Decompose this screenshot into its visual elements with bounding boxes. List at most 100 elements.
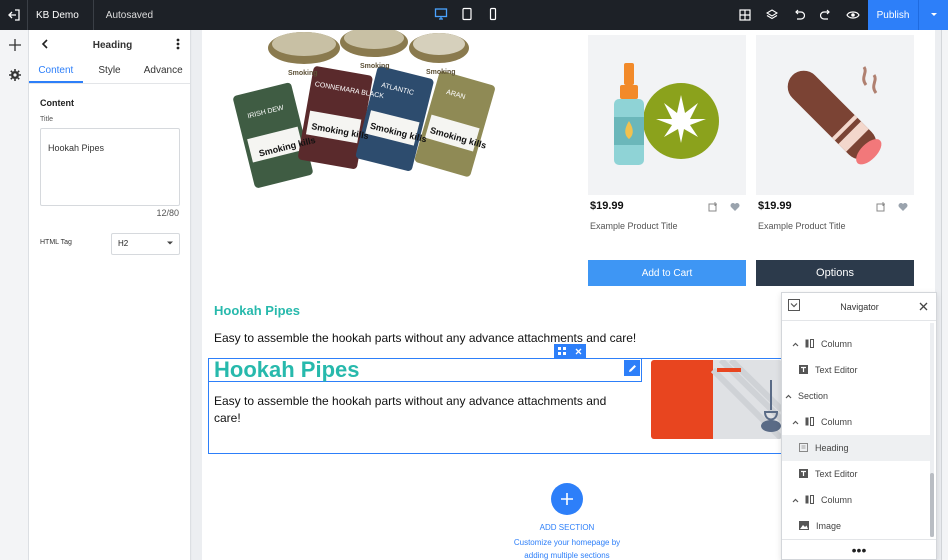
navigator-more-button[interactable]: ••• (782, 539, 936, 559)
tablet-icon[interactable] (460, 7, 474, 24)
publish-options-chevron-down-icon[interactable] (918, 0, 948, 30)
section-heading-small[interactable]: Hookah Pipes (214, 303, 300, 318)
redo-icon[interactable] (812, 0, 839, 30)
add-section-subtext-line-2: adding multiple sections (524, 551, 610, 560)
tobacco-tins-image: Smoking Smoking Smoking Smoking kills Sm… (233, 30, 495, 188)
navigator-item-label: Column (821, 339, 853, 349)
publish-button[interactable]: Publish (868, 0, 918, 30)
section-label: Content (40, 98, 74, 108)
char-counter: 12/80 (156, 208, 179, 218)
top-bar: KB Demo Autosaved Publish (0, 0, 948, 30)
selected-heading[interactable]: Hookah Pipes (214, 357, 359, 383)
tin-label-3: Smoking (426, 69, 456, 76)
tab-advance[interactable]: Advance (136, 60, 190, 83)
left-rail (0, 30, 29, 560)
image-icon (799, 520, 809, 532)
product-price-2: $19.99 (758, 200, 792, 212)
back-chevron-left-icon[interactable] (41, 38, 49, 52)
paragraph-2[interactable]: Easy to assemble the hookah parts withou… (214, 393, 606, 427)
more-options-icon[interactable] (176, 38, 180, 53)
navigator-title: Navigator (840, 301, 879, 312)
settings-panel: Heading Content Style Advance Content Ti… (29, 30, 191, 560)
navigator-item-text-editor[interactable]: Text Editor (782, 357, 932, 383)
wishlist-heart-icon[interactable] (898, 202, 908, 212)
chevron-up-icon[interactable] (792, 339, 799, 349)
navigator-item-text-editor[interactable]: Text Editor (782, 461, 932, 487)
preview-eye-icon[interactable] (839, 0, 866, 30)
column-icon (805, 338, 814, 350)
add-section-plus-icon[interactable] (551, 483, 583, 515)
paragraph-2-line-2: care! (214, 411, 241, 425)
column-icon (805, 494, 814, 506)
text-editor-icon (799, 468, 808, 480)
title-textarea[interactable]: Hookah Pipes (40, 128, 180, 206)
html-tag-value: H2 (118, 239, 129, 248)
heading-icon (799, 442, 808, 454)
product-title-2[interactable]: Example Product Title (758, 221, 846, 231)
cbd-oil-icon (614, 63, 719, 165)
html-tag-select[interactable]: H2 (111, 233, 180, 255)
add-to-cart-button[interactable]: Add to Cart (588, 260, 746, 286)
navigator-item-column[interactable]: Column (782, 487, 932, 513)
undo-icon[interactable] (785, 0, 812, 30)
mobile-icon[interactable] (486, 7, 500, 24)
navigator-item-label: Text Editor (815, 469, 858, 479)
product-image-cigar[interactable] (756, 35, 914, 195)
edit-pencil-icon[interactable] (624, 360, 640, 376)
add-section-subtext-line-1: Customize your homepage by (513, 538, 621, 547)
navigator-item-heading[interactable]: Heading (782, 435, 932, 461)
navigator-scrollbar[interactable] (930, 323, 934, 537)
panel-tabs: Content Style Advance (29, 60, 190, 84)
drag-grid-icon[interactable] (558, 344, 567, 358)
chevron-down-icon (167, 239, 173, 249)
save-status: Autosaved (105, 9, 154, 21)
navigator-item-column[interactable]: Column (782, 409, 932, 435)
title-field-label: Title (40, 116, 53, 123)
settings-gear-icon[interactable] (0, 60, 29, 90)
text-editor-icon (799, 364, 808, 376)
add-to-compare-icon[interactable] (876, 202, 886, 212)
project-name: KB Demo (28, 0, 94, 30)
close-icon[interactable] (919, 300, 928, 314)
navigator-item-label: Column (821, 495, 853, 505)
remove-close-icon[interactable] (575, 344, 582, 358)
section-handle[interactable] (554, 344, 586, 358)
paragraph-2-line-1: Easy to assemble the hookah parts withou… (214, 394, 607, 408)
product-image-cbd[interactable] (588, 35, 746, 195)
wishlist-heart-icon[interactable] (730, 202, 740, 212)
product-title-1[interactable]: Example Product Title (590, 221, 678, 231)
navigator-item-label: Heading (815, 443, 849, 453)
add-section-label[interactable]: ADD SECTION (502, 523, 632, 532)
navigator-item-label: Text Editor (815, 365, 858, 375)
panel-title: Heading (92, 39, 133, 51)
exit-icon[interactable] (0, 0, 28, 30)
cigar-icon (787, 66, 882, 165)
tin-label-1: Smoking (288, 70, 318, 77)
html-tag-label: HTML Tag (40, 239, 72, 246)
layers-icon[interactable] (758, 0, 785, 30)
structure-icon[interactable] (731, 0, 758, 30)
collapse-chevron-down-icon[interactable] (788, 299, 800, 314)
hookah-banner-image[interactable] (651, 360, 782, 439)
paragraph-1[interactable]: Easy to assemble the hookah parts withou… (214, 331, 636, 345)
navigator-item-label: Section (798, 391, 829, 401)
navigator-item-image[interactable]: Image (782, 513, 932, 539)
product-price-1: $19.99 (590, 200, 624, 212)
options-button[interactable]: Options (756, 260, 914, 286)
add-element-plus-icon[interactable] (0, 30, 29, 60)
tin-label-2: Smoking (360, 63, 390, 70)
chevron-up-icon[interactable] (792, 417, 799, 427)
chevron-up-icon[interactable] (792, 495, 799, 505)
navigator-item-column[interactable]: Column (782, 331, 932, 357)
add-to-compare-icon[interactable] (708, 202, 718, 212)
navigator-item-label: Image (816, 521, 842, 531)
scrollbar-thumb[interactable] (930, 473, 934, 537)
chevron-up-icon[interactable] (785, 391, 792, 401)
desktop-icon[interactable] (434, 7, 448, 24)
tab-content[interactable]: Content (29, 60, 83, 83)
navigator-item-section[interactable]: Section (782, 383, 932, 409)
navigator-panel: Navigator Column Text Editor Section Col… (781, 292, 937, 560)
right-gutter (941, 30, 948, 560)
tab-style[interactable]: Style (83, 60, 137, 83)
add-section-subtext: Customize your homepage by adding multip… (492, 536, 642, 560)
